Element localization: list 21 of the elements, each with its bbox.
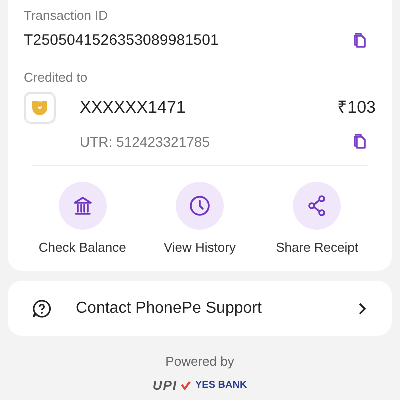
powered-by-text: Powered by <box>164 353 236 371</box>
action-label: Check Balance <box>38 238 126 256</box>
copy-icon[interactable] <box>352 32 368 49</box>
action-label: View History <box>164 238 236 257</box>
transaction-id: T2505041526353089981501 <box>24 30 219 50</box>
chevron-right-icon <box>358 302 368 316</box>
help-icon <box>32 298 52 318</box>
copy-icon[interactable] <box>352 134 368 150</box>
support-label: Contact PhonePe Support <box>76 298 263 318</box>
bank-logo: YES BANK <box>195 378 248 393</box>
account-number: XXXXXX1471 <box>80 96 187 119</box>
action-label: Share Receipt <box>276 238 358 257</box>
bank-logo-icon <box>24 92 56 124</box>
clock-icon <box>188 194 212 218</box>
upi-logo: UPI <box>152 376 178 394</box>
section-label: Credited to <box>24 69 89 87</box>
amount: ₹103 <box>338 96 376 119</box>
check-icon <box>181 380 192 390</box>
utr-number: UTR: 512423321785 <box>80 132 210 152</box>
section-label: Transaction ID <box>24 7 110 25</box>
support-row[interactable]: Contact PhonePe Support <box>8 281 392 336</box>
